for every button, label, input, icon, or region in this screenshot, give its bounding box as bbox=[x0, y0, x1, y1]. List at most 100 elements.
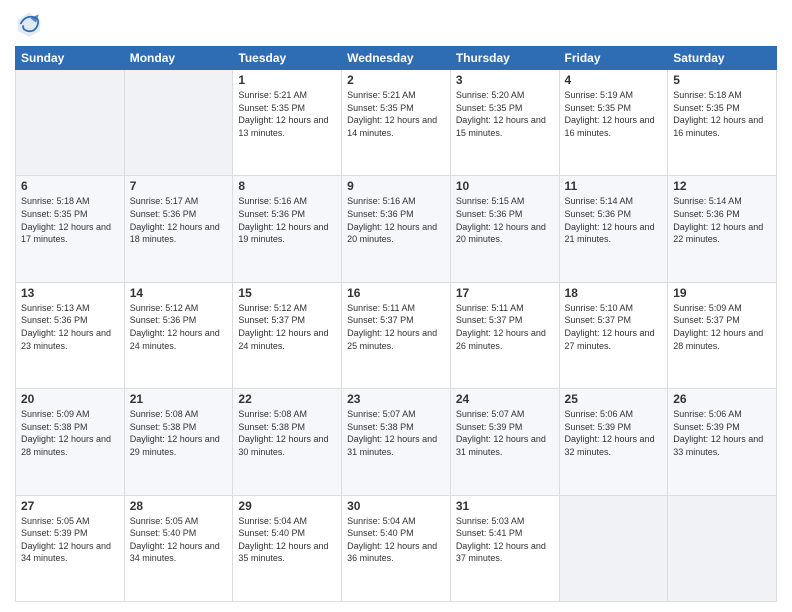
calendar-table: SundayMondayTuesdayWednesdayThursdayFrid… bbox=[15, 46, 777, 602]
calendar-cell: 27 Sunrise: 5:05 AMSunset: 5:39 PMDayligh… bbox=[16, 495, 125, 601]
header bbox=[15, 10, 777, 38]
day-info: Sunrise: 5:12 AMSunset: 5:37 PMDaylight:… bbox=[238, 302, 336, 352]
day-number: 9 bbox=[347, 179, 445, 193]
day-info: Sunrise: 5:07 AMSunset: 5:39 PMDaylight:… bbox=[456, 408, 554, 458]
day-number: 16 bbox=[347, 286, 445, 300]
day-info: Sunrise: 5:14 AMSunset: 5:36 PMDaylight:… bbox=[565, 195, 663, 245]
day-info: Sunrise: 5:05 AMSunset: 5:40 PMDaylight:… bbox=[130, 515, 228, 565]
calendar-cell: 12 Sunrise: 5:14 AMSunset: 5:36 PMDayligh… bbox=[668, 176, 777, 282]
weekday-header-saturday: Saturday bbox=[668, 47, 777, 70]
calendar-cell: 6 Sunrise: 5:18 AMSunset: 5:35 PMDaylight… bbox=[16, 176, 125, 282]
day-number: 7 bbox=[130, 179, 228, 193]
weekday-header-sunday: Sunday bbox=[16, 47, 125, 70]
calendar-cell: 5 Sunrise: 5:18 AMSunset: 5:35 PMDaylight… bbox=[668, 70, 777, 176]
day-info: Sunrise: 5:20 AMSunset: 5:35 PMDaylight:… bbox=[456, 89, 554, 139]
day-number: 31 bbox=[456, 499, 554, 513]
day-number: 5 bbox=[673, 73, 771, 87]
calendar-cell: 4Sunrise: 5:19 AMSunset: 5:35 PMDaylight… bbox=[559, 70, 668, 176]
calendar-cell: 17 Sunrise: 5:11 AMSunset: 5:37 PMDayligh… bbox=[450, 282, 559, 388]
calendar-cell: 21 Sunrise: 5:08 AMSunset: 5:38 PMDayligh… bbox=[124, 389, 233, 495]
day-info: Sunrise: 5:07 AMSunset: 5:38 PMDaylight:… bbox=[347, 408, 445, 458]
day-info: Sunrise: 5:15 AMSunset: 5:36 PMDaylight:… bbox=[456, 195, 554, 245]
calendar-cell: 11 Sunrise: 5:14 AMSunset: 5:36 PMDayligh… bbox=[559, 176, 668, 282]
weekday-header-row: SundayMondayTuesdayWednesdayThursdayFrid… bbox=[16, 47, 777, 70]
day-info: Sunrise: 5:04 AMSunset: 5:40 PMDaylight:… bbox=[238, 515, 336, 565]
day-info: Sunrise: 5:11 AMSunset: 5:37 PMDaylight:… bbox=[456, 302, 554, 352]
day-info: Sunrise: 5:08 AMSunset: 5:38 PMDaylight:… bbox=[130, 408, 228, 458]
day-number: 6 bbox=[21, 179, 119, 193]
day-info: Sunrise: 5:21 AMSunset: 5:35 PMDaylight:… bbox=[347, 89, 445, 139]
day-info: Sunrise: 5:16 AMSunset: 5:36 PMDaylight:… bbox=[238, 195, 336, 245]
weekday-header-monday: Monday bbox=[124, 47, 233, 70]
calendar-cell: 13 Sunrise: 5:13 AMSunset: 5:36 PMDayligh… bbox=[16, 282, 125, 388]
day-number: 29 bbox=[238, 499, 336, 513]
day-number: 17 bbox=[456, 286, 554, 300]
day-info: Sunrise: 5:08 AMSunset: 5:38 PMDaylight:… bbox=[238, 408, 336, 458]
calendar-cell: 9 Sunrise: 5:16 AMSunset: 5:36 PMDaylight… bbox=[342, 176, 451, 282]
day-number: 14 bbox=[130, 286, 228, 300]
day-number: 13 bbox=[21, 286, 119, 300]
day-number: 8 bbox=[238, 179, 336, 193]
day-info: Sunrise: 5:21 AMSunset: 5:35 PMDaylight:… bbox=[238, 89, 336, 139]
day-info: Sunrise: 5:13 AMSunset: 5:36 PMDaylight:… bbox=[21, 302, 119, 352]
calendar-cell bbox=[16, 70, 125, 176]
calendar-cell: 16 Sunrise: 5:11 AMSunset: 5:37 PMDayligh… bbox=[342, 282, 451, 388]
calendar-week-row: 1 Sunrise: 5:21 AMSunset: 5:35 PMDaylight… bbox=[16, 70, 777, 176]
day-info: Sunrise: 5:16 AMSunset: 5:36 PMDaylight:… bbox=[347, 195, 445, 245]
day-info: Sunrise: 5:14 AMSunset: 5:36 PMDaylight:… bbox=[673, 195, 771, 245]
calendar-cell: 24 Sunrise: 5:07 AMSunset: 5:39 PMDayligh… bbox=[450, 389, 559, 495]
calendar-cell: 18 Sunrise: 5:10 AMSunset: 5:37 PMDayligh… bbox=[559, 282, 668, 388]
calendar-cell: 22 Sunrise: 5:08 AMSunset: 5:38 PMDayligh… bbox=[233, 389, 342, 495]
calendar-cell: 3 Sunrise: 5:20 AMSunset: 5:35 PMDaylight… bbox=[450, 70, 559, 176]
day-number: 12 bbox=[673, 179, 771, 193]
calendar-cell: 31 Sunrise: 5:03 AMSunset: 5:41 PMDayligh… bbox=[450, 495, 559, 601]
day-info: Sunrise: 5:17 AMSunset: 5:36 PMDaylight:… bbox=[130, 195, 228, 245]
calendar-cell: 19 Sunrise: 5:09 AMSunset: 5:37 PMDayligh… bbox=[668, 282, 777, 388]
calendar-cell: 7 Sunrise: 5:17 AMSunset: 5:36 PMDaylight… bbox=[124, 176, 233, 282]
day-info: Sunrise: 5:09 AMSunset: 5:37 PMDaylight:… bbox=[673, 302, 771, 352]
day-info: Sunrise: 5:05 AMSunset: 5:39 PMDaylight:… bbox=[21, 515, 119, 565]
day-info: Sunrise: 5:06 AMSunset: 5:39 PMDaylight:… bbox=[673, 408, 771, 458]
day-info: Sunrise: 5:18 AMSunset: 5:35 PMDaylight:… bbox=[21, 195, 119, 245]
day-number: 10 bbox=[456, 179, 554, 193]
calendar-cell: 10 Sunrise: 5:15 AMSunset: 5:36 PMDayligh… bbox=[450, 176, 559, 282]
day-number: 18 bbox=[565, 286, 663, 300]
calendar-week-row: 13 Sunrise: 5:13 AMSunset: 5:36 PMDayligh… bbox=[16, 282, 777, 388]
day-number: 1 bbox=[238, 73, 336, 87]
calendar-cell bbox=[124, 70, 233, 176]
day-number: 30 bbox=[347, 499, 445, 513]
calendar-week-row: 27 Sunrise: 5:05 AMSunset: 5:39 PMDayligh… bbox=[16, 495, 777, 601]
day-info: Sunrise: 5:12 AMSunset: 5:36 PMDaylight:… bbox=[130, 302, 228, 352]
day-info: Sunrise: 5:11 AMSunset: 5:37 PMDaylight:… bbox=[347, 302, 445, 352]
day-number: 11 bbox=[565, 179, 663, 193]
day-number: 27 bbox=[21, 499, 119, 513]
day-number: 28 bbox=[130, 499, 228, 513]
calendar-cell: 28 Sunrise: 5:05 AMSunset: 5:40 PMDayligh… bbox=[124, 495, 233, 601]
day-number: 21 bbox=[130, 392, 228, 406]
day-info: Sunrise: 5:10 AMSunset: 5:37 PMDaylight:… bbox=[565, 302, 663, 352]
calendar-cell bbox=[668, 495, 777, 601]
day-info: Sunrise: 5:04 AMSunset: 5:40 PMDaylight:… bbox=[347, 515, 445, 565]
calendar-cell: 14 Sunrise: 5:12 AMSunset: 5:36 PMDayligh… bbox=[124, 282, 233, 388]
day-number: 3 bbox=[456, 73, 554, 87]
day-info: Sunrise: 5:03 AMSunset: 5:41 PMDaylight:… bbox=[456, 515, 554, 565]
day-number: 23 bbox=[347, 392, 445, 406]
day-number: 26 bbox=[673, 392, 771, 406]
calendar-cell: 29 Sunrise: 5:04 AMSunset: 5:40 PMDayligh… bbox=[233, 495, 342, 601]
day-number: 20 bbox=[21, 392, 119, 406]
day-number: 15 bbox=[238, 286, 336, 300]
day-number: 24 bbox=[456, 392, 554, 406]
day-info: Sunrise: 5:09 AMSunset: 5:38 PMDaylight:… bbox=[21, 408, 119, 458]
logo-icon bbox=[15, 10, 43, 38]
calendar-cell: 20 Sunrise: 5:09 AMSunset: 5:38 PMDayligh… bbox=[16, 389, 125, 495]
day-number: 19 bbox=[673, 286, 771, 300]
weekday-header-wednesday: Wednesday bbox=[342, 47, 451, 70]
calendar-cell: 2Sunrise: 5:21 AMSunset: 5:35 PMDaylight… bbox=[342, 70, 451, 176]
day-number: 22 bbox=[238, 392, 336, 406]
calendar-cell: 26 Sunrise: 5:06 AMSunset: 5:39 PMDayligh… bbox=[668, 389, 777, 495]
calendar-cell: 30 Sunrise: 5:04 AMSunset: 5:40 PMDayligh… bbox=[342, 495, 451, 601]
logo bbox=[15, 10, 47, 38]
calendar-cell: 8 Sunrise: 5:16 AMSunset: 5:36 PMDaylight… bbox=[233, 176, 342, 282]
day-info: Sunrise: 5:18 AMSunset: 5:35 PMDaylight:… bbox=[673, 89, 771, 139]
calendar-cell: 23 Sunrise: 5:07 AMSunset: 5:38 PMDayligh… bbox=[342, 389, 451, 495]
